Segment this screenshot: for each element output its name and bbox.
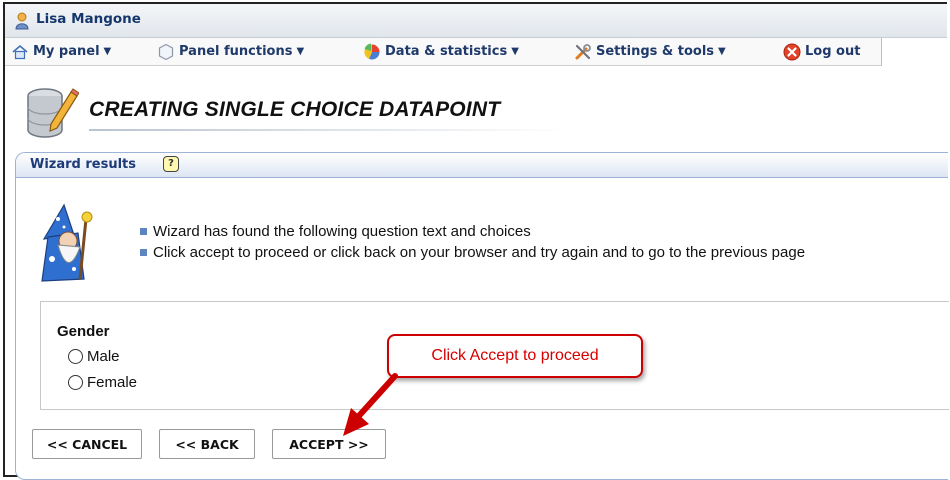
message-text: Click accept to proceed or click back on…: [153, 244, 806, 261]
tools-icon: [575, 43, 591, 59]
user-name: Lisa Mangone: [36, 11, 141, 27]
menu-label: Data & statistics: [385, 44, 508, 59]
panel-header: Wizard results ?: [16, 153, 948, 178]
back-button[interactable]: << BACK: [159, 429, 255, 459]
menu-label: Log out: [805, 44, 861, 59]
user-bar: Lisa Mangone: [5, 4, 947, 38]
panel-title: Wizard results: [30, 157, 137, 172]
caret-down-icon: ▼: [103, 46, 112, 57]
hexagon-icon: [158, 43, 174, 60]
menu-data-statistics[interactable]: Data & statistics ▼: [363, 38, 519, 65]
menu-my-panel[interactable]: My panel ▼: [11, 38, 111, 65]
choice-label: Male: [87, 347, 120, 365]
menu-label: My panel: [33, 44, 100, 59]
page-title: CREATING SINGLE CHOICE DATAPOINT: [89, 98, 501, 121]
logout-icon: [783, 43, 801, 60]
title-divider: [89, 129, 569, 131]
wizard-results-panel: Wizard results ? Wizard has found the fo…: [15, 152, 949, 480]
arrow-icon: [343, 373, 398, 436]
menu-panel-functions[interactable]: Panel functions ▼: [157, 38, 304, 65]
message-text: Wizard has found the following question …: [153, 223, 531, 240]
page-header: CREATING SINGLE CHOICE DATAPOINT: [17, 84, 577, 144]
wizard-messages: Wizard has found the following question …: [140, 221, 805, 263]
menu-label: Settings & tools: [596, 44, 715, 59]
home-icon: [12, 44, 28, 59]
choice-male[interactable]: Male: [68, 346, 120, 366]
database-edit-icon: [27, 88, 79, 138]
app-window: Lisa Mangone My panel ▼ Panel functions …: [3, 2, 949, 480]
pie-chart-icon: [364, 43, 380, 60]
caret-down-icon: ▼: [511, 46, 519, 57]
wizard-icon: [41, 203, 93, 282]
menu-settings-tools[interactable]: Settings & tools ▼: [574, 38, 726, 65]
bullet-icon: [140, 228, 147, 235]
caret-down-icon: ▼: [296, 46, 305, 57]
choice-female[interactable]: Female: [68, 372, 137, 392]
menu-label: Panel functions: [179, 44, 293, 59]
main-menu: My panel ▼ Panel functions ▼ Data & stat…: [5, 38, 882, 66]
cancel-button[interactable]: << CANCEL: [32, 429, 142, 459]
bullet-icon: [140, 249, 147, 256]
caret-down-icon: ▼: [718, 46, 726, 57]
help-icon[interactable]: ?: [163, 156, 179, 172]
message-item: Click accept to proceed or click back on…: [140, 242, 805, 263]
callout-annotation: Click Accept to proceed: [387, 334, 643, 378]
radio-button[interactable]: [68, 374, 83, 390]
question-label: Gender: [57, 323, 110, 340]
user-icon: [15, 12, 29, 30]
choice-label: Female: [87, 373, 138, 391]
menu-log-out[interactable]: Log out: [783, 38, 860, 65]
message-item: Wizard has found the following question …: [140, 221, 805, 242]
radio-button[interactable]: [68, 348, 83, 364]
